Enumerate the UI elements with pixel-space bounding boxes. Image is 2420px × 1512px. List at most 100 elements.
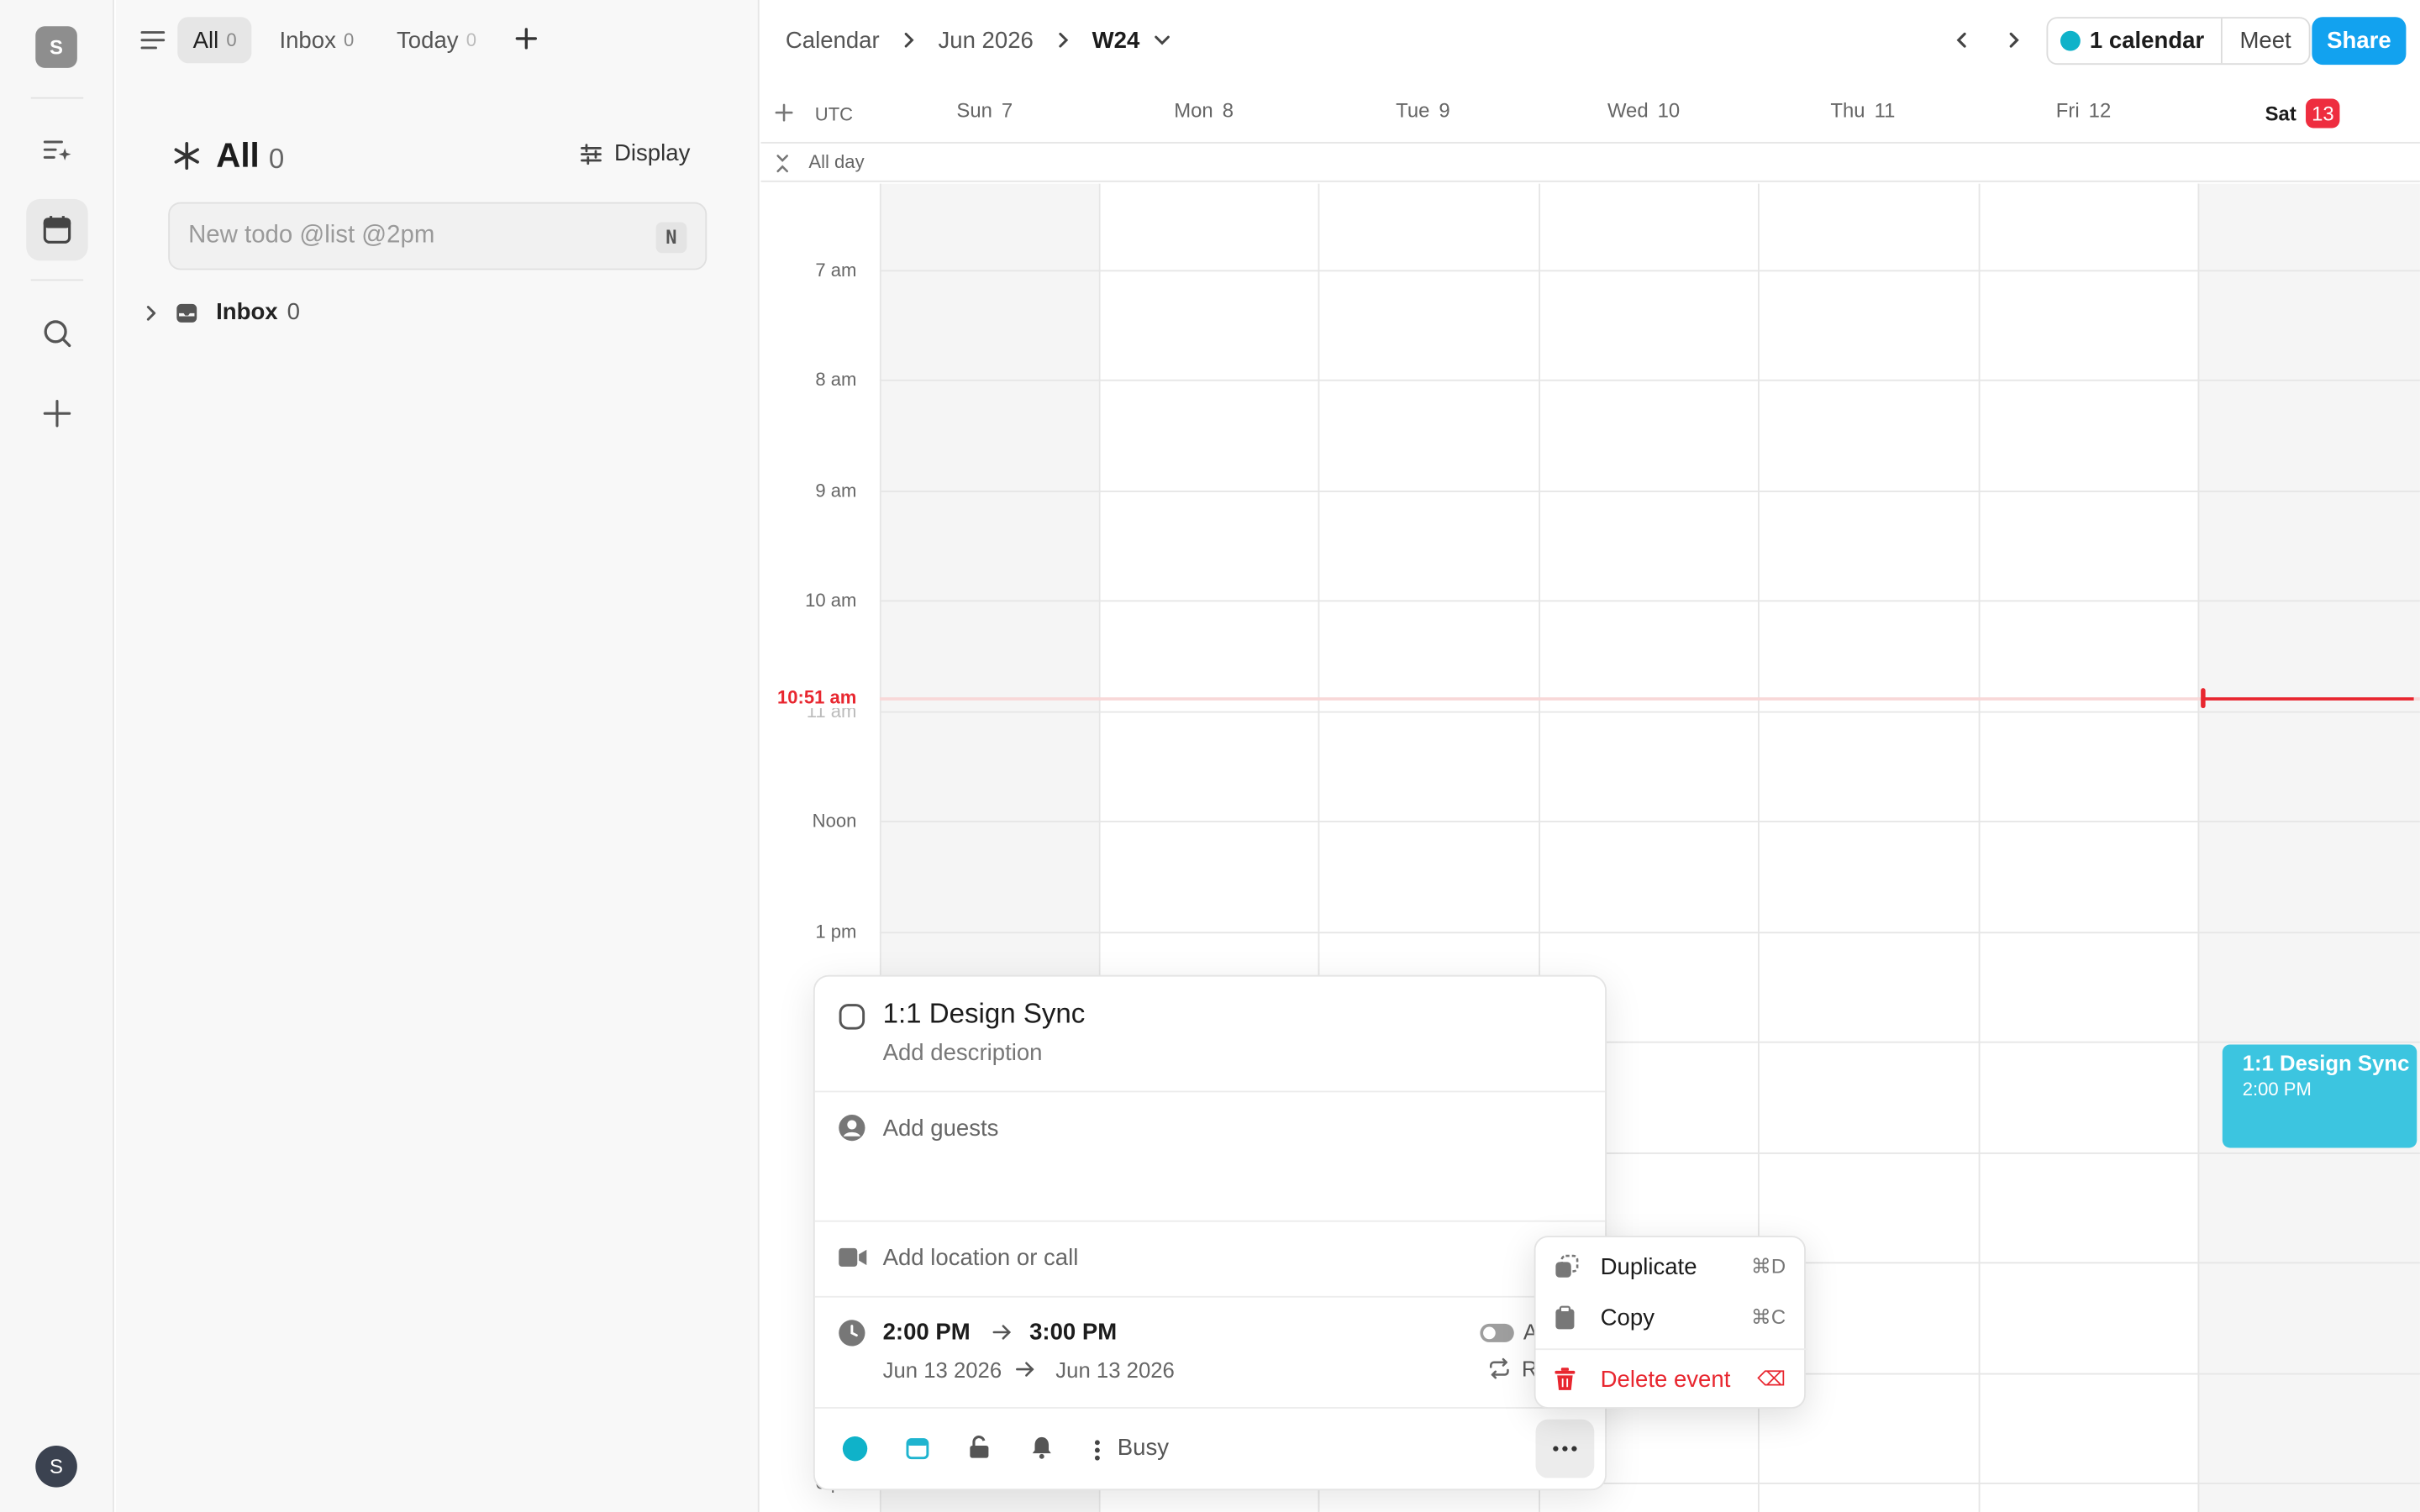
current-time-marker <box>2201 688 2206 709</box>
new-todo-field: N <box>168 202 708 270</box>
start-time[interactable]: 2:00 PM <box>883 1319 971 1345</box>
event-title-input[interactable]: 1:1 Design Sync <box>883 998 1086 1031</box>
guests-field[interactable]: Add guests <box>883 1116 999 1142</box>
tab-inbox[interactable]: Inbox 0 <box>264 17 370 63</box>
calendar-color-dot <box>2060 30 2081 51</box>
bell-icon[interactable] <box>1029 1435 1054 1459</box>
plus-icon <box>515 28 537 50</box>
day-name: Sat <box>2265 102 2296 125</box>
meet-button[interactable]: Meet <box>2223 18 2308 63</box>
rail-tasks-button[interactable] <box>26 118 87 180</box>
inbox-tray-icon <box>176 302 197 322</box>
collapse-icon[interactable] <box>773 153 792 175</box>
prev-week-button[interactable] <box>1944 24 1978 57</box>
day-header-wed[interactable]: Wed 10 <box>1534 99 1754 123</box>
list-item-inbox[interactable]: Inbox 0 <box>140 299 300 326</box>
add-timezone-icon[interactable] <box>773 102 795 123</box>
add-list-button[interactable] <box>509 22 543 55</box>
location-field[interactable]: Add location or call <box>883 1245 1079 1271</box>
breadcrumb: Calendar Jun 2026 W24 <box>786 22 1172 59</box>
list-header: All 0 <box>171 136 284 176</box>
chevron-right-icon[interactable] <box>140 302 162 323</box>
day-name: Wed <box>1607 98 1649 123</box>
tasks-sparkle-icon <box>43 140 71 161</box>
arrow-right-icon <box>992 1325 1012 1340</box>
hour-label: 10 am <box>805 589 857 612</box>
calendars-label: 1 calendar <box>2089 28 2205 55</box>
rail-divider <box>30 279 84 281</box>
day-column-fri[interactable] <box>1978 183 2198 1512</box>
user-avatar[interactable]: S <box>35 1445 77 1488</box>
plus-icon <box>43 399 71 428</box>
day-number: 7 <box>1001 98 1013 123</box>
breadcrumb-month[interactable]: Jun 2026 <box>938 27 1033 53</box>
menu-item-copy[interactable]: Copy ⌘C <box>1544 1294 1800 1341</box>
unlock-icon[interactable] <box>968 1435 992 1459</box>
hour-label: Noon <box>812 810 857 832</box>
calendar-color-dot[interactable] <box>842 1436 868 1462</box>
day-header-mon[interactable]: Mon 8 <box>1094 99 1313 123</box>
rail-search-button[interactable] <box>26 302 87 364</box>
tab-count: 0 <box>466 29 477 51</box>
menu-item-label: Duplicate <box>1600 1253 1697 1280</box>
hour-line <box>879 491 2420 492</box>
list-item-count: 0 <box>287 299 300 326</box>
menu-icon[interactable] <box>137 24 168 55</box>
share-button[interactable]: Share <box>2312 17 2407 66</box>
menu-item-duplicate[interactable]: Duplicate ⌘D <box>1544 1243 1800 1289</box>
checkbox-icon[interactable] <box>838 1003 865 1031</box>
repeat-icon[interactable] <box>1488 1357 1512 1379</box>
current-time-line-today <box>2202 697 2414 701</box>
clock-icon <box>839 1320 865 1347</box>
list-count: 0 <box>268 142 285 174</box>
shortcut-badge: N <box>655 222 687 254</box>
menu-item-delete-event[interactable]: Delete event ⌫ <box>1544 1356 1800 1402</box>
calendars-button[interactable]: 1 calendar <box>2048 18 2223 64</box>
event-title: 1:1 Design Sync <box>2242 1050 2410 1076</box>
description-field[interactable]: Add description <box>883 1040 1043 1066</box>
location-section: Add location or call <box>814 1222 1606 1298</box>
hour-line <box>879 270 2420 272</box>
calendar-icon[interactable] <box>906 1436 929 1460</box>
availability-status[interactable]: Busy <box>1118 1435 1169 1461</box>
list-item-label: Inbox <box>216 299 278 326</box>
tab-all[interactable]: All 0 <box>177 17 253 64</box>
day-header-sun[interactable]: Sun 7 <box>875 99 1094 123</box>
display-button[interactable]: Display <box>579 140 690 166</box>
tab-label: Today <box>397 27 459 54</box>
rail-divider <box>30 97 84 99</box>
day-name: Tue <box>1396 98 1430 123</box>
start-date[interactable]: Jun 13 2026 <box>883 1357 1002 1382</box>
trash-icon <box>1555 1368 1576 1390</box>
calendar-event[interactable]: 1:1 Design Sync 2:00 PM <box>2222 1044 2417 1148</box>
chevron-down-icon[interactable] <box>1154 31 1172 50</box>
day-name: Sun <box>956 98 992 123</box>
tab-today[interactable]: Today 0 <box>381 17 492 63</box>
rail-add-button[interactable] <box>26 383 87 444</box>
event-time: 2:00 PM <box>2242 1078 2312 1100</box>
new-todo-input[interactable] <box>170 203 706 269</box>
menu-item-label: Copy <box>1600 1304 1655 1331</box>
end-time[interactable]: 3:00 PM <box>1029 1319 1117 1345</box>
hour-line <box>879 600 2420 602</box>
day-name: Fri <box>2055 98 2080 123</box>
rail-calendar-button[interactable] <box>26 198 88 261</box>
workspace-avatar[interactable]: S <box>35 26 77 68</box>
search-icon <box>44 320 71 348</box>
end-date[interactable]: Jun 13 2026 <box>1055 1357 1175 1382</box>
day-header-thu[interactable]: Thu 11 <box>1753 99 1972 123</box>
breadcrumb-calendar[interactable]: Calendar <box>786 27 880 53</box>
day-column-sat[interactable] <box>2197 183 2420 1512</box>
hour-line <box>879 821 2420 822</box>
next-week-button[interactable] <box>1997 24 2031 57</box>
day-header-sat[interactable]: Sat 13 <box>2193 98 2412 129</box>
all-day-toggle[interactable] <box>1480 1323 1514 1342</box>
more-options-button[interactable] <box>1535 1419 1595 1478</box>
day-header-fri[interactable]: Fri 12 <box>1974 99 2193 123</box>
chevron-right-icon <box>1058 32 1068 48</box>
breadcrumb-week[interactable]: W24 <box>1092 27 1140 53</box>
todo-panel: All 0 Inbox 0 Today 0 All 0 Display New … <box>115 0 760 1512</box>
day-header-tue[interactable]: Tue 9 <box>1313 99 1533 123</box>
day-name: Mon <box>1174 98 1213 123</box>
day-name: Thu <box>1830 98 1865 123</box>
